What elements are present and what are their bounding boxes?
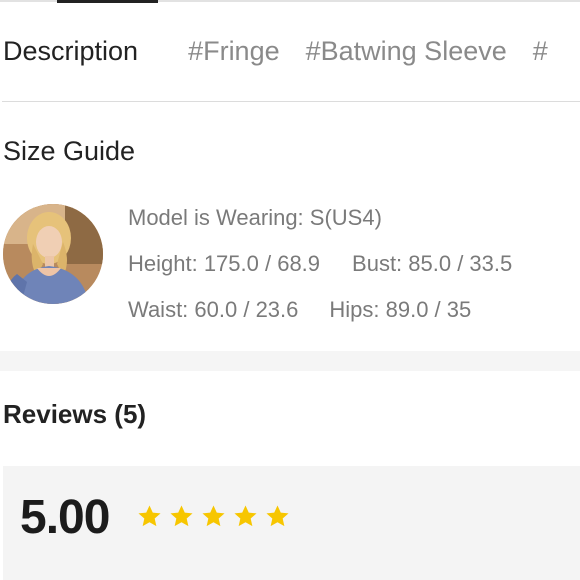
hips-text: Hips: 89.0 / 35 (329, 297, 472, 322)
star-icon (138, 505, 161, 527)
star-icon (202, 505, 225, 527)
tab-description[interactable]: Description (0, 36, 138, 67)
product-details-page: Description #Fringe #Batwing Sleeve # Si… (0, 0, 580, 580)
star-rating (136, 503, 291, 530)
description-tags-row: Description #Fringe #Batwing Sleeve # (0, 22, 580, 80)
height-text: Height: 175.0 / 68.9 (128, 251, 321, 276)
size-guide-title[interactable]: Size Guide (3, 136, 135, 167)
waist-hips-line: Waist: 60.0 / 23.6 Hips: 89.0 / 35 (128, 297, 471, 323)
model-wearing-text: Model is Wearing: S(US4) (128, 205, 382, 230)
average-rating: 5.00 (20, 491, 110, 544)
bust-text: Bust: 85.0 / 33.5 (352, 251, 513, 276)
tag-batwing-sleeve[interactable]: #Batwing Sleeve (306, 36, 507, 67)
rating-summary: 5.00 (3, 466, 580, 580)
section-separator (0, 351, 580, 371)
model-avatar (3, 204, 103, 304)
star-icon (234, 505, 257, 527)
star-icon (170, 505, 193, 527)
tag-overflow[interactable]: # (533, 36, 548, 67)
reviews-title[interactable]: Reviews (5) (3, 399, 146, 430)
height-bust-line: Height: 175.0 / 68.9 Bust: 85.0 / 33.5 (128, 251, 512, 277)
tag-fringe[interactable]: #Fringe (188, 36, 280, 67)
waist-text: Waist: 60.0 / 23.6 (128, 297, 299, 322)
model-photo (3, 204, 103, 304)
active-tab-indicator (57, 0, 158, 3)
star-icon (266, 505, 289, 527)
section-divider (2, 101, 580, 102)
